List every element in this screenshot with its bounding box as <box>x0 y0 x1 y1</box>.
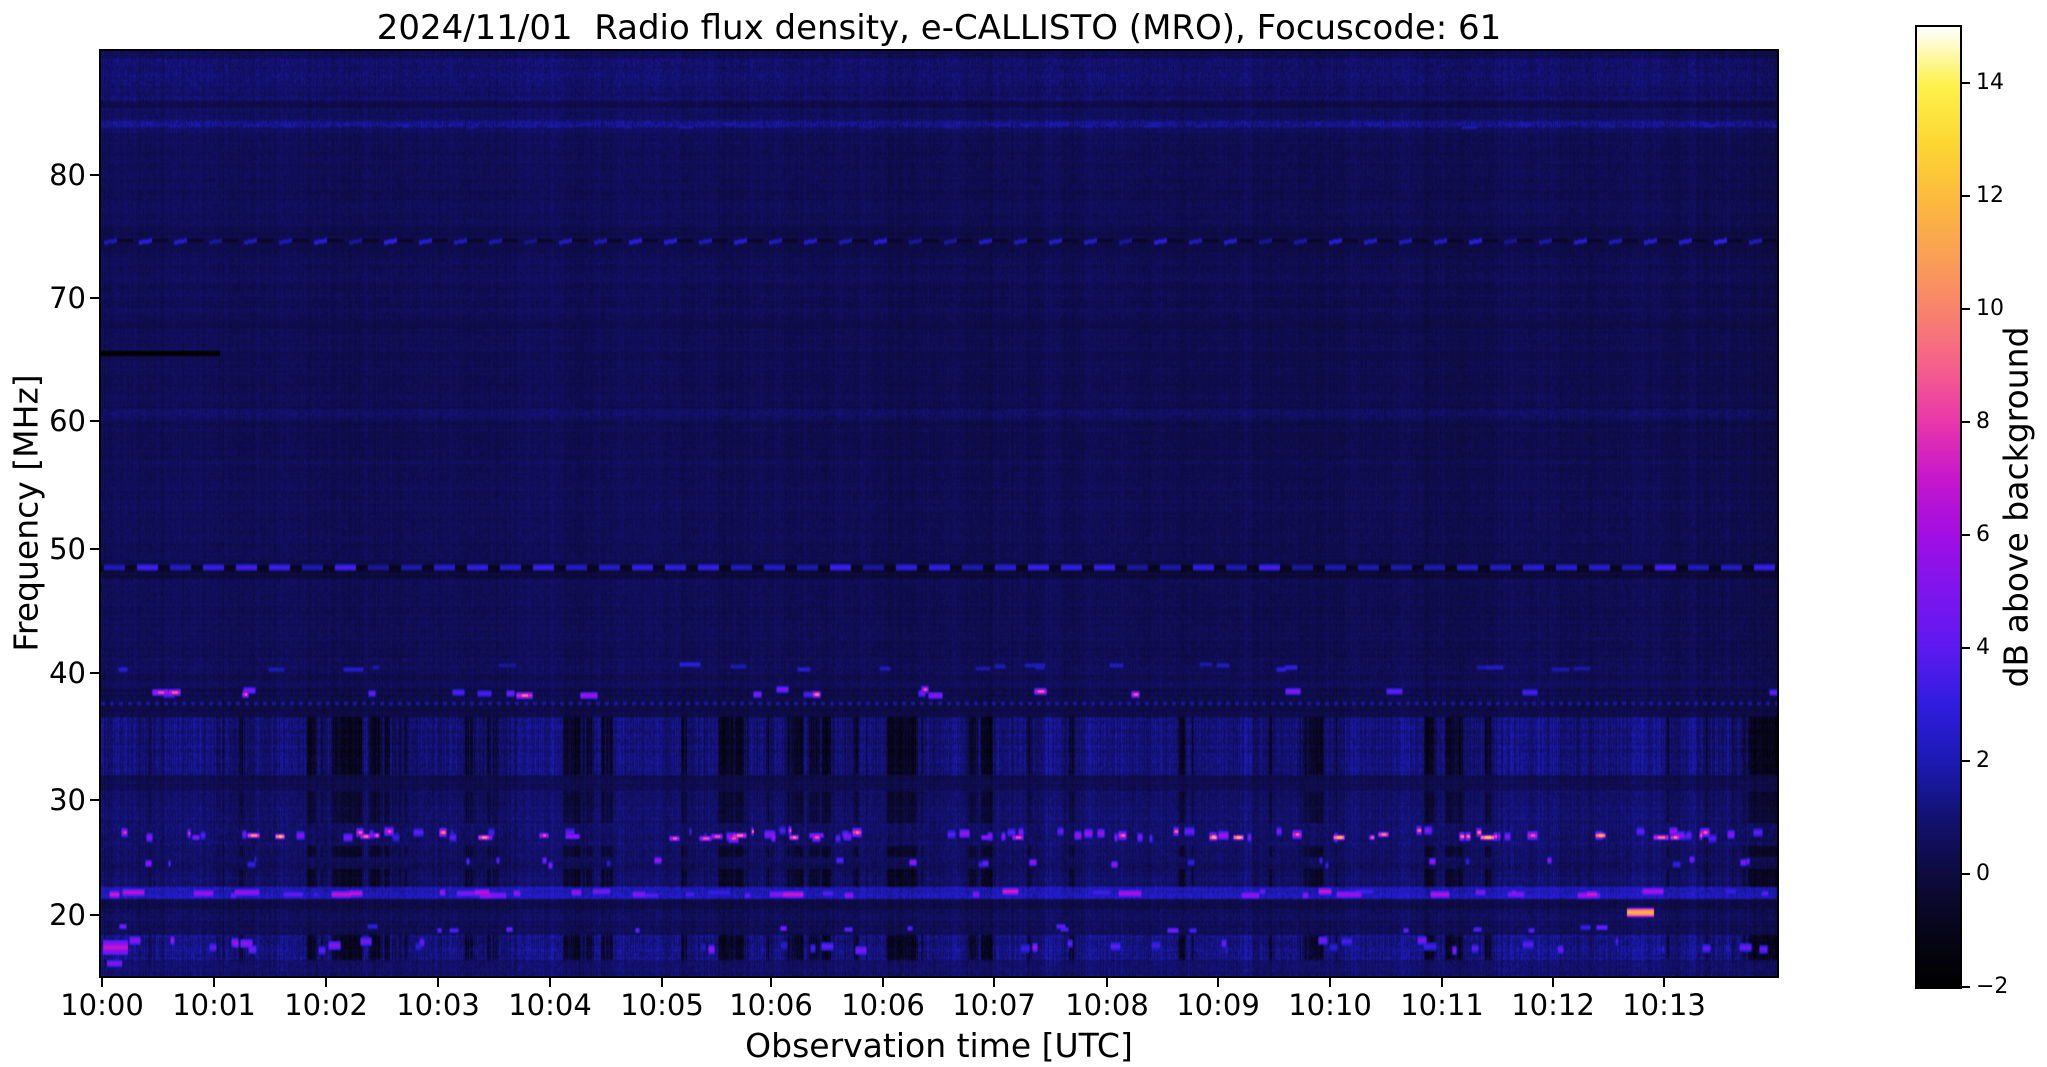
y-tick-label: 80 <box>49 158 86 192</box>
y-tick-mark <box>90 914 99 916</box>
y-tick-label: 30 <box>49 783 86 817</box>
x-tick-mark <box>549 978 551 987</box>
y-tick-mark <box>90 174 99 176</box>
plot-area <box>99 49 1779 978</box>
x-tick-label: 10:01 <box>172 988 256 1022</box>
colorbar-tick-label: 14 <box>1976 70 2004 95</box>
colorbar-tick-mark <box>1962 308 1970 310</box>
colorbar-tick-label: 2 <box>1976 748 1990 773</box>
colorbar-tick-mark <box>1962 986 1970 988</box>
y-tick-mark <box>90 420 99 422</box>
colorbar-tick-mark <box>1962 873 1970 875</box>
colorbar-tick-label: 10 <box>1976 296 2004 321</box>
x-tick-mark <box>437 978 439 987</box>
x-tick-label: 10:07 <box>952 988 1036 1022</box>
x-tick-mark <box>1217 978 1219 987</box>
colorbar-tick-mark <box>1962 421 1970 423</box>
x-tick-mark <box>993 978 995 987</box>
x-tick-mark <box>770 978 772 987</box>
x-axis-label: Observation time [UTC] <box>745 1026 1133 1065</box>
x-tick-label: 10:02 <box>284 988 368 1022</box>
x-tick-label: 10:03 <box>396 988 480 1022</box>
x-tick-label: 10:04 <box>508 988 592 1022</box>
colorbar-tick-label: −2 <box>1976 974 2009 999</box>
colorbar-tick-mark <box>1962 760 1970 762</box>
x-tick-mark <box>1663 978 1665 987</box>
colorbar-tick-label: 12 <box>1976 183 2004 208</box>
y-tick-mark <box>90 799 99 801</box>
x-tick-mark <box>1106 978 1108 987</box>
y-tick-mark <box>90 297 99 299</box>
x-tick-mark <box>882 978 884 987</box>
colorbar-tick-mark <box>1962 647 1970 649</box>
x-tick-mark <box>1441 978 1443 987</box>
x-tick-mark <box>1552 978 1554 987</box>
x-tick-mark <box>1329 978 1331 987</box>
y-tick-label: 40 <box>49 656 86 690</box>
x-tick-label: 10:10 <box>1288 988 1372 1022</box>
colorbar-tick-mark <box>1962 195 1970 197</box>
y-axis-label: Frequency [MHz] <box>6 374 46 652</box>
chart-title: 2024/11/01 Radio flux density, e-CALLIST… <box>376 8 1502 48</box>
y-tick-mark <box>90 548 99 550</box>
y-tick-mark <box>90 672 99 674</box>
y-tick-label: 20 <box>49 898 86 932</box>
x-tick-label: 10:06 <box>729 988 813 1022</box>
x-tick-label: 10:13 <box>1622 988 1706 1022</box>
y-tick-label: 70 <box>49 281 86 315</box>
x-tick-mark <box>213 978 215 987</box>
figure: 2024/11/01 Radio flux density, e-CALLIST… <box>0 0 2047 1067</box>
colorbar <box>1915 25 1962 989</box>
spectrogram-canvas <box>101 51 1777 976</box>
colorbar-tick-mark <box>1962 82 1970 84</box>
colorbar-canvas <box>1917 27 1960 987</box>
x-tick-label: 10:09 <box>1176 988 1260 1022</box>
x-tick-mark <box>661 978 663 987</box>
colorbar-label: dB above background <box>1996 326 2036 688</box>
x-tick-mark <box>101 978 103 987</box>
colorbar-tick-mark <box>1962 534 1970 536</box>
x-tick-label: 10:00 <box>60 988 144 1022</box>
colorbar-tick-label: 0 <box>1976 861 1990 886</box>
x-tick-mark <box>325 978 327 987</box>
